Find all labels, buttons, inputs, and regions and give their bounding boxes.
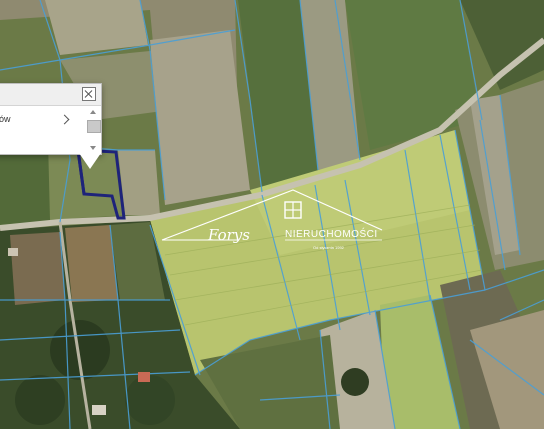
parcel-info-popup: ów <box>0 83 102 155</box>
popup-header <box>0 84 101 106</box>
popup-body: ów <box>0 106 101 154</box>
chevron-right-icon[interactable] <box>59 114 70 125</box>
scroll-up-icon[interactable] <box>90 110 96 114</box>
popup-pointer <box>79 153 101 169</box>
popup-scrollbar[interactable] <box>87 110 101 150</box>
popup-row-label: ów <box>0 114 11 124</box>
scroll-thumb[interactable] <box>87 120 101 133</box>
close-icon[interactable] <box>82 87 96 101</box>
satellite-imagery <box>0 0 544 429</box>
scroll-down-icon[interactable] <box>90 146 96 150</box>
map-view[interactable]: Forys NIERUCHOMOŚCI Od stycznia 1992 ów <box>0 0 544 429</box>
